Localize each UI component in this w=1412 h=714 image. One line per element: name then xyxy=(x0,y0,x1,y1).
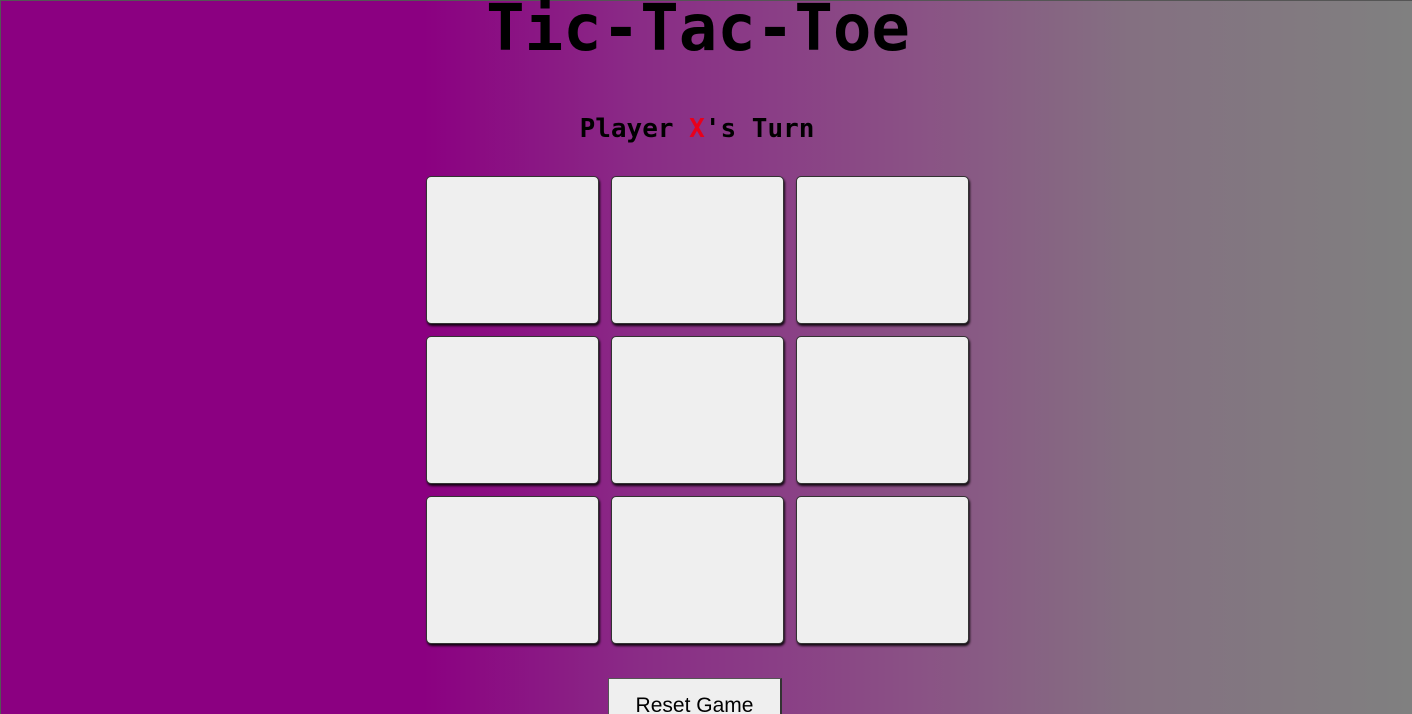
board-cell-7[interactable] xyxy=(426,496,599,644)
current-player-mark: X xyxy=(689,114,705,144)
board-cell-4[interactable] xyxy=(426,336,599,484)
turn-status: Player X's Turn xyxy=(0,112,1394,146)
board-cell-5[interactable] xyxy=(611,336,784,484)
turn-status-prefix: Player xyxy=(579,114,690,144)
board-cell-9[interactable] xyxy=(796,496,969,644)
board-cell-1[interactable] xyxy=(426,176,599,324)
board-cell-2[interactable] xyxy=(611,176,784,324)
game-title: Tic-Tac-Toe xyxy=(486,0,910,66)
board-cell-6[interactable] xyxy=(796,336,969,484)
turn-status-suffix: 's Turn xyxy=(704,114,815,144)
board-cell-3[interactable] xyxy=(796,176,969,324)
reset-game-button[interactable]: Reset Game xyxy=(608,678,782,714)
game-board xyxy=(426,176,969,644)
board-cell-8[interactable] xyxy=(611,496,784,644)
